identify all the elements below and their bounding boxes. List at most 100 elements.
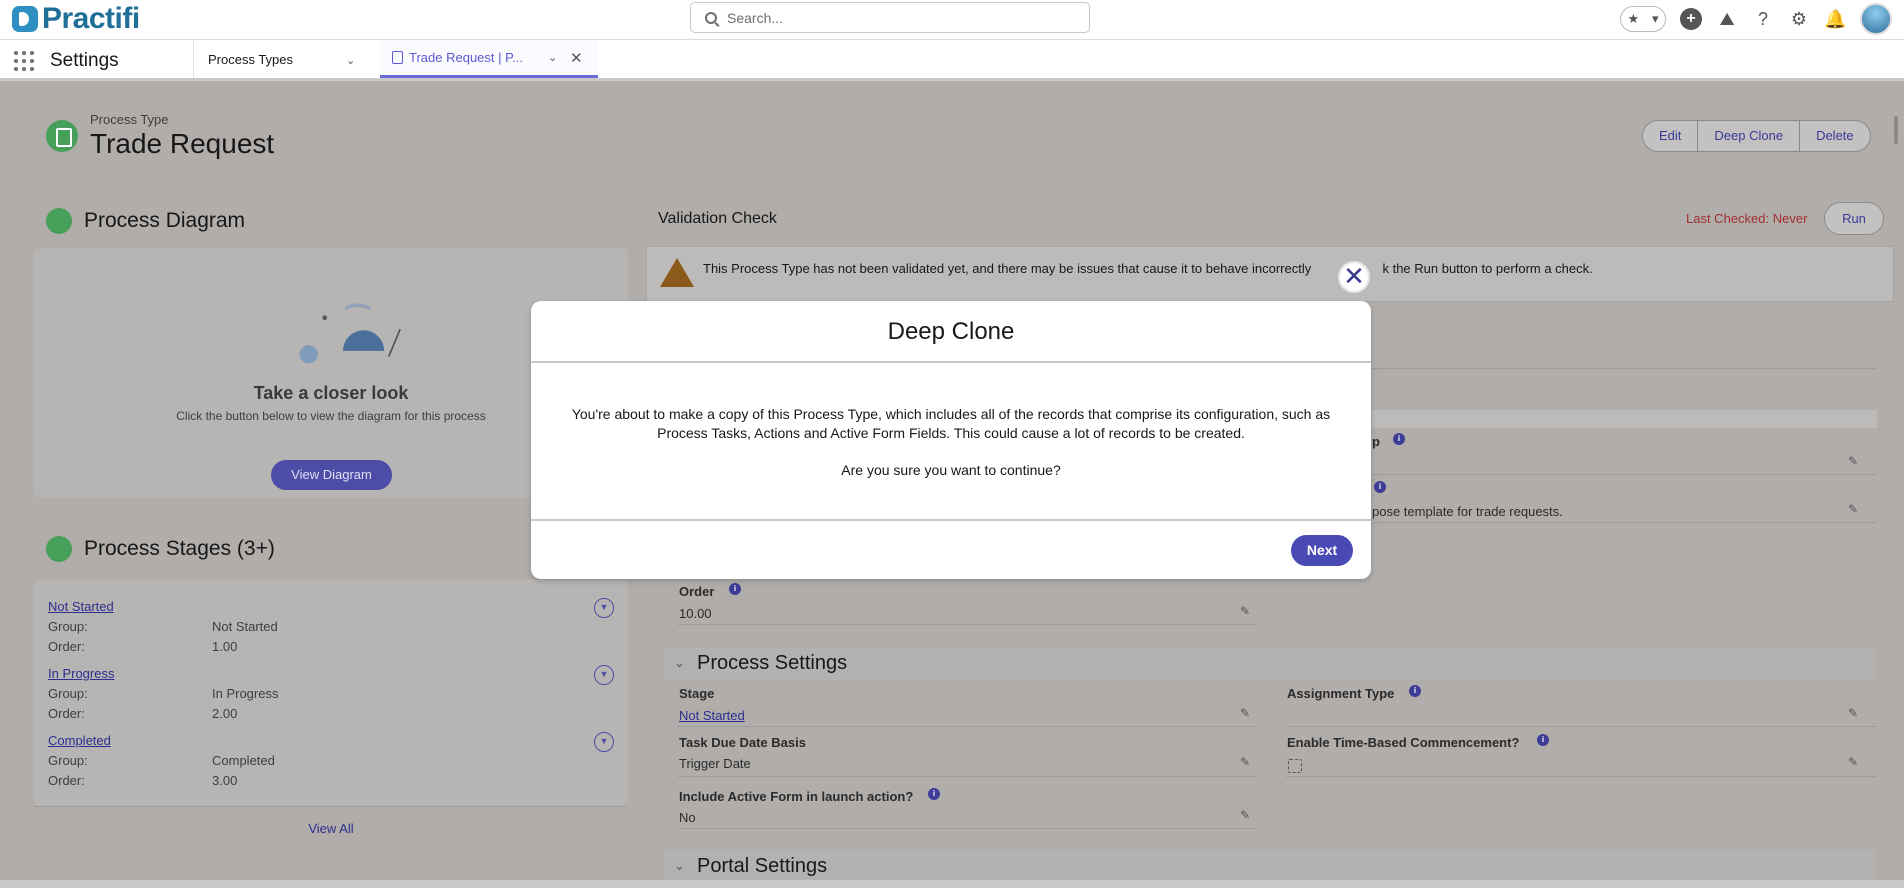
brand-logo[interactable]: Practifi	[12, 2, 140, 36]
due-date-basis-label: Task Due Date Basis	[679, 735, 806, 750]
info-icon[interactable]: i	[1393, 433, 1405, 445]
divider	[678, 828, 1256, 829]
due-date-basis-value: Trigger Date	[679, 756, 751, 771]
global-header: Practifi Search... ★ ▾ + ⛰ ? ⚙ 🔔	[0, 0, 1904, 40]
add-icon[interactable]: +	[1680, 8, 1702, 30]
divider	[1286, 726, 1877, 727]
stage-order-value: 2.00	[212, 706, 238, 721]
stage-field-link[interactable]: Not Started	[679, 708, 745, 723]
divider	[678, 624, 1256, 625]
tab-label: Process Types	[208, 51, 294, 67]
modal-title: Deep Clone	[887, 318, 1015, 345]
order-value: 10.00	[679, 606, 712, 621]
partial-field-label: p	[1372, 434, 1380, 449]
info-icon[interactable]: i	[1374, 481, 1386, 493]
view-all-link[interactable]: View All	[34, 821, 628, 836]
diagram-section-title: Process Diagram	[84, 209, 246, 232]
commencement-checkbox[interactable]	[1288, 759, 1302, 773]
app-name: Settings	[50, 50, 119, 71]
stages-icon	[46, 536, 72, 562]
avatar[interactable]	[1860, 3, 1892, 35]
chevron-down-icon[interactable]: ⌄	[346, 54, 355, 67]
warning-text-right: k the Run button to perform a check.	[1382, 261, 1593, 276]
stages-card	[34, 580, 628, 806]
stage-order-label: Order:	[48, 706, 85, 721]
stage-menu-icon[interactable]: ▼	[594, 665, 614, 685]
pencil-icon[interactable]: ✎	[1848, 502, 1858, 516]
divider	[1372, 474, 1877, 475]
pencil-icon[interactable]: ✎	[1848, 755, 1858, 769]
pencil-icon[interactable]: ✎	[1240, 808, 1250, 822]
divider	[34, 806, 628, 807]
pencil-icon[interactable]: ✎	[1240, 604, 1250, 618]
gear-icon[interactable]: ⚙	[1788, 8, 1810, 30]
pencil-icon[interactable]: ✎	[1240, 755, 1250, 769]
bell-icon[interactable]: 🔔	[1824, 8, 1846, 30]
pencil-icon[interactable]: ✎	[1848, 454, 1858, 468]
close-tab-icon[interactable]: ✕	[570, 49, 583, 67]
stage-group-label: Group:	[48, 686, 88, 701]
brand-name: Practifi	[42, 2, 140, 35]
stage-group-label: Group:	[48, 619, 88, 634]
description-value: pose template for trade requests.	[1372, 504, 1563, 519]
validation-title: Validation Check	[658, 210, 777, 227]
tab-label: Trade Request | P...	[409, 50, 523, 65]
order-label: Order	[679, 584, 715, 599]
chevron-down-icon[interactable]: ▾	[1652, 11, 1659, 27]
assignment-type-label: Assignment Type	[1287, 686, 1395, 701]
warning-icon	[660, 258, 694, 287]
stage-link-in-progress[interactable]: In Progress	[48, 666, 114, 681]
stage-menu-icon[interactable]: ▼	[594, 732, 614, 752]
chevron-down-icon[interactable]: ⌄	[674, 858, 685, 874]
divider	[1372, 522, 1877, 523]
favorites-group[interactable]: ★ ▾	[1620, 6, 1666, 32]
deep-clone-modal: Deep Clone You're about to make a copy o…	[531, 301, 1371, 579]
footer-strip	[0, 880, 1904, 888]
stage-group-value: In Progress	[212, 686, 279, 701]
page-title: Trade Request	[90, 128, 275, 159]
modal-footer: Next	[531, 519, 1371, 579]
portal-settings-header[interactable]	[664, 850, 1876, 880]
scrollbar[interactable]	[1894, 116, 1898, 144]
divider	[1372, 410, 1877, 428]
modal-message: You're about to make a copy of this Proc…	[571, 406, 1331, 441]
pencil-icon[interactable]: ✎	[1848, 706, 1858, 720]
chevron-down-icon[interactable]: ⌄	[548, 51, 557, 64]
close-icon[interactable]: ✕	[1338, 261, 1370, 293]
tab-trade-request[interactable]: Trade Request | P... ⌄ ✕	[380, 40, 598, 78]
edit-button[interactable]: Edit	[1643, 121, 1699, 151]
info-icon[interactable]: i	[729, 583, 741, 595]
record-type-label: Process Type	[90, 112, 169, 127]
help-icon[interactable]: ?	[1752, 8, 1774, 30]
star-icon[interactable]: ★	[1627, 11, 1639, 27]
chevron-down-icon[interactable]: ⌄	[674, 655, 685, 671]
view-diagram-button[interactable]: View Diagram	[271, 460, 392, 490]
header-icons: ★ ▾ + ⛰ ? ⚙ 🔔	[1620, 3, 1892, 35]
pencil-icon[interactable]: ✎	[1240, 706, 1250, 720]
next-button[interactable]: Next	[1291, 535, 1353, 566]
divider	[678, 726, 1256, 727]
commencement-label: Enable Time-Based Commencement?	[1287, 735, 1520, 750]
stage-menu-icon[interactable]: ▼	[594, 598, 614, 618]
last-checked-status: Last Checked: Never	[1686, 211, 1808, 226]
stage-link-not-started[interactable]: Not Started	[48, 599, 114, 614]
stage-link-completed[interactable]: Completed	[48, 733, 111, 748]
modal-question: Are you sure you want to continue?	[841, 462, 1061, 478]
info-icon[interactable]: i	[1409, 685, 1421, 697]
stages-section-title: Process Stages (3+)	[84, 537, 275, 560]
diagram-icon	[46, 208, 72, 234]
global-search[interactable]: Search...	[690, 2, 1090, 33]
delete-button[interactable]: Delete	[1800, 121, 1870, 151]
info-icon[interactable]: i	[1537, 734, 1549, 746]
deep-clone-button[interactable]: Deep Clone	[1698, 121, 1801, 151]
logo-mark-icon	[12, 6, 38, 32]
trailhead-icon[interactable]: ⛰	[1716, 8, 1738, 30]
stage-group-value: Not Started	[212, 619, 278, 634]
portal-settings-title: Portal Settings	[697, 855, 828, 877]
info-icon[interactable]: i	[928, 788, 940, 800]
run-button[interactable]: Run	[1824, 202, 1884, 235]
document-icon	[392, 51, 403, 64]
stage-group-value: Completed	[212, 753, 275, 768]
app-root: Practifi Search... ★ ▾ + ⛰ ? ⚙ 🔔 Setting…	[0, 0, 1904, 888]
app-launcher-icon[interactable]	[14, 51, 34, 71]
